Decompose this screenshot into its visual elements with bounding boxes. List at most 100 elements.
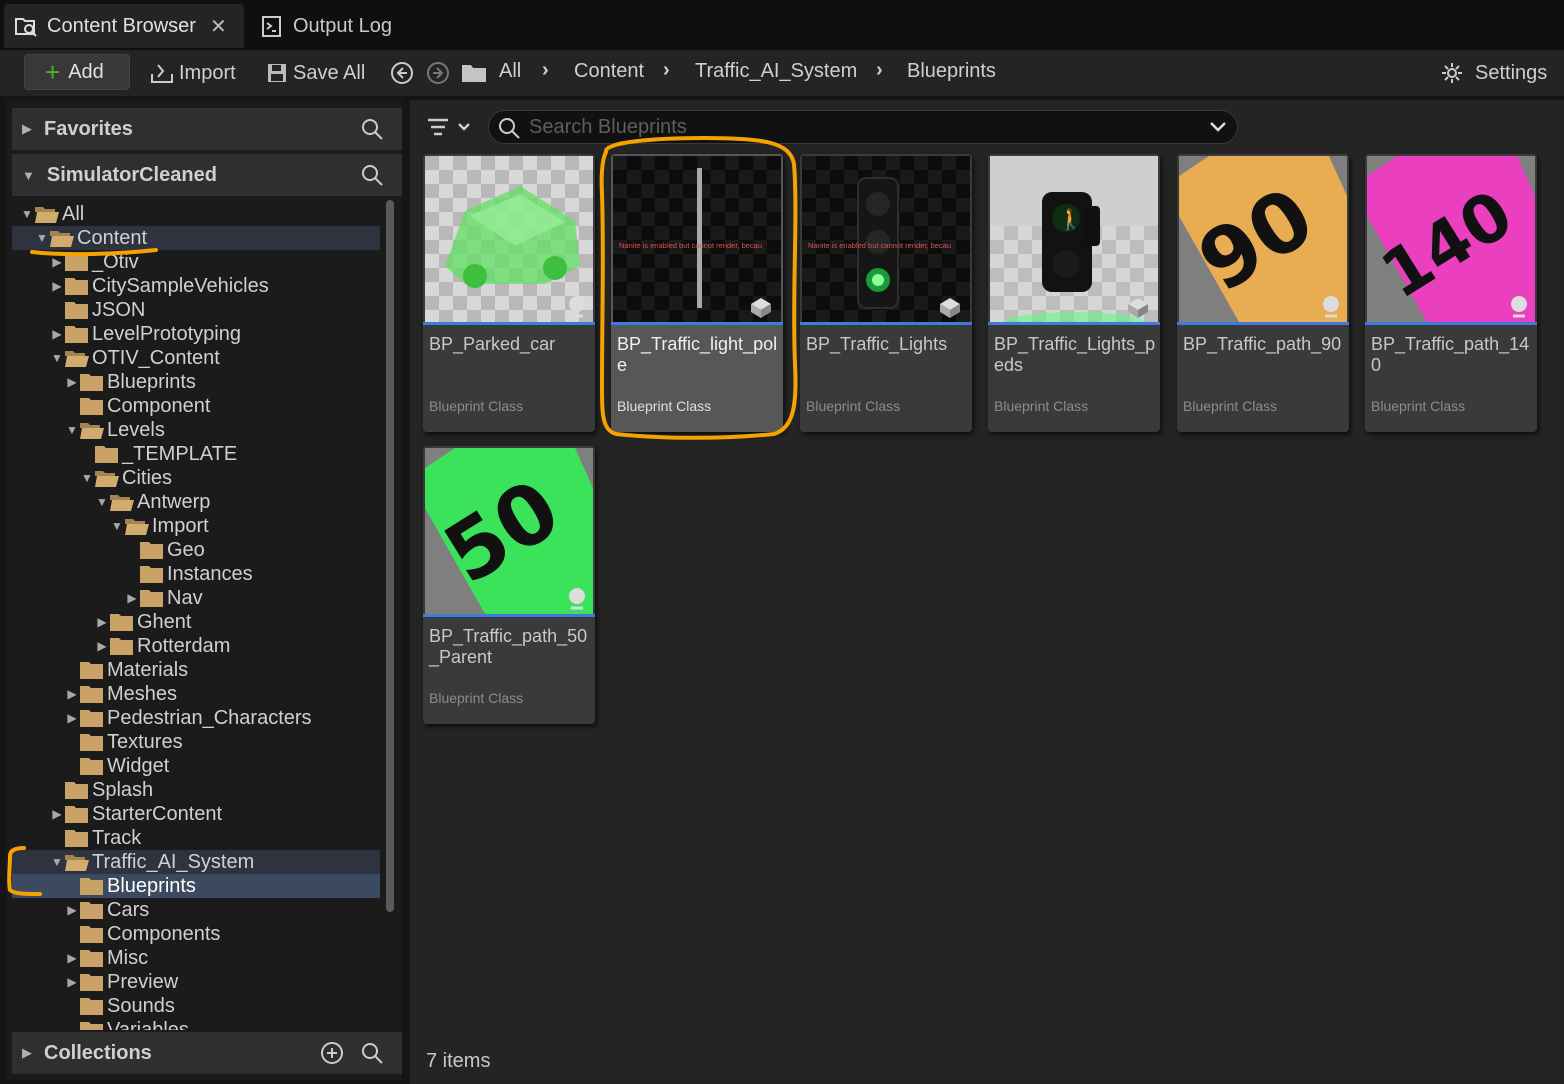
- tree-item-startercontent[interactable]: ▶ StarterContent: [50, 802, 222, 826]
- chevron-right-icon[interactable]: ›: [663, 59, 670, 82]
- tree-item-json[interactable]: JSON: [50, 298, 145, 322]
- tree-item-components[interactable]: Components: [65, 922, 220, 946]
- chevron-right-icon[interactable]: ▶: [65, 375, 79, 389]
- asset-thumbnail: Nanite is enabled but cannot render, bec…: [802, 156, 970, 322]
- tree-item-widget[interactable]: Widget: [65, 754, 169, 778]
- tree-item-label: Nav: [167, 586, 203, 609]
- breadcrumb-all[interactable]: All: [499, 60, 521, 83]
- tab-output-log[interactable]: Output Log: [256, 4, 392, 48]
- chevron-right-icon: ▶: [22, 121, 32, 136]
- breadcrumb-blueprints[interactable]: Blueprints: [907, 60, 996, 83]
- chevron-right-icon[interactable]: ›: [542, 59, 549, 82]
- tree-item-splash[interactable]: Splash: [50, 778, 153, 802]
- tree-item-instances[interactable]: Instances: [125, 562, 253, 586]
- tree-item-label: Splash: [92, 778, 154, 801]
- asset-tile-bp-traffic-lights[interactable]: Nanite is enabled but cannot render, bec…: [800, 154, 972, 432]
- chevron-down-icon[interactable]: ▼: [50, 351, 64, 365]
- chevron-right-icon[interactable]: ▶: [95, 639, 109, 653]
- breadcrumb-traffic-ai-system[interactable]: Traffic_AI_System: [695, 60, 857, 83]
- tree-item-meshes[interactable]: ▶ Meshes: [65, 682, 177, 706]
- tree-item-levels[interactable]: ▼ Levels: [65, 418, 165, 442]
- tab-content-browser[interactable]: Content Browser ✕: [4, 4, 244, 48]
- tree-item-preview[interactable]: ▶ Preview: [65, 970, 178, 994]
- filter-button[interactable]: [428, 116, 476, 140]
- chevron-right-icon[interactable]: ▶: [50, 327, 64, 341]
- chevron-right-icon[interactable]: ▶: [65, 975, 79, 989]
- tree-item-cities[interactable]: ▼ Cities: [80, 466, 172, 490]
- tree-item-variables[interactable]: Variables: [65, 1018, 189, 1030]
- chevron-right-icon[interactable]: ▶: [50, 279, 64, 293]
- folder-icon: [79, 876, 105, 896]
- asset-tile-bp-traffic-path-50-parent[interactable]: 50 BP_Traffic_path_50_Parent Blueprint Cla…: [423, 446, 595, 724]
- collections-label: Collections: [44, 1041, 152, 1064]
- tree-item-pedestrian-characters[interactable]: ▶ Pedestrian_Characters: [65, 706, 311, 730]
- filter-icon: [428, 118, 470, 136]
- tree-item-textures[interactable]: Textures: [65, 730, 183, 754]
- add-button[interactable]: + Add: [24, 54, 130, 90]
- asset-tile-bp-traffic-path-90[interactable]: 90 BP_Traffic_path_90 Blueprint Class: [1177, 154, 1349, 432]
- tree-item-sounds[interactable]: Sounds: [65, 994, 175, 1018]
- tree-item-nav[interactable]: ▶ Nav: [125, 586, 203, 610]
- forward-button[interactable]: [426, 60, 455, 86]
- asset-thumbnail: 🚶: [990, 156, 1158, 322]
- chevron-right-icon[interactable]: ▶: [65, 951, 79, 965]
- chevron-down-icon[interactable]: ▼: [35, 231, 49, 245]
- tree-item-traffic-ai-system[interactable]: ▼ Traffic_AI_System: [50, 850, 254, 874]
- folder-icon[interactable]: [460, 60, 493, 86]
- chevron-right-icon[interactable]: ▶: [65, 903, 79, 917]
- chevron-down-icon[interactable]: [1209, 120, 1227, 134]
- chevron-right-icon[interactable]: ▶: [65, 687, 79, 701]
- chevron-right-icon[interactable]: ▶: [125, 591, 139, 605]
- chevron-down-icon[interactable]: ▼: [95, 495, 109, 509]
- project-header[interactable]: ▼ SimulatorCleaned: [12, 154, 402, 196]
- chevron-right-icon[interactable]: ▶: [65, 711, 79, 725]
- add-circle-icon[interactable]: [320, 1041, 344, 1065]
- tree-item-all[interactable]: ▼ All: [20, 202, 84, 226]
- tree-item-label: Geo: [167, 538, 205, 561]
- scrollbar-thumb[interactable]: [386, 200, 394, 912]
- search-icon[interactable]: [360, 117, 384, 141]
- tree-item-rotterdam[interactable]: ▶ Rotterdam: [95, 634, 230, 658]
- save-all-button[interactable]: Save All: [266, 60, 365, 86]
- tree-item-label: _TEMPLATE: [122, 442, 238, 465]
- tree-item-template[interactable]: _TEMPLATE: [80, 442, 237, 466]
- tree-item-ghent[interactable]: ▶ Ghent: [95, 610, 191, 634]
- asset-tile-bp-traffic-lights-peds[interactable]: 🚶 BP_Traffic_Lights_peds Blueprint Class: [988, 154, 1160, 432]
- chevron-down-icon[interactable]: ▼: [65, 423, 79, 437]
- tree-item-materials[interactable]: Materials: [65, 658, 188, 682]
- tree-item-citysamplevehicles[interactable]: ▶ CitySampleVehicles: [50, 274, 268, 298]
- tree-item-label: Cities: [122, 466, 173, 489]
- collections-header[interactable]: ▶ Collections: [12, 1032, 402, 1074]
- tree-item-component[interactable]: Component: [65, 394, 210, 418]
- chevron-right-icon[interactable]: ▶: [50, 807, 64, 821]
- chevron-right-icon[interactable]: ›: [876, 59, 883, 82]
- tree-item-misc[interactable]: ▶ Misc: [65, 946, 148, 970]
- back-button[interactable]: [390, 60, 419, 86]
- tree-item-blueprints[interactable]: Blueprints: [65, 874, 196, 898]
- search-icon[interactable]: [360, 1041, 384, 1065]
- project-label: SimulatorCleaned: [46, 163, 217, 186]
- favorites-header[interactable]: ▶ Favorites: [12, 108, 402, 150]
- asset-tile-bp-traffic-path-140[interactable]: 140 BP_Traffic_path_140 Blueprint Class: [1365, 154, 1537, 432]
- tree-item-otiv-content[interactable]: ▼ OTIV_Content: [50, 346, 220, 370]
- asset-tile-bp-parked-car[interactable]: BP_Parked_car Blueprint Class: [423, 154, 595, 432]
- breadcrumb-content[interactable]: Content: [574, 60, 644, 83]
- chevron-down-icon[interactable]: ▼: [80, 471, 94, 485]
- tree-item-import[interactable]: ▼ Import: [110, 514, 209, 538]
- tree-item-blueprints[interactable]: ▶ Blueprints: [65, 370, 196, 394]
- chevron-down-icon[interactable]: ▼: [110, 519, 124, 533]
- import-button[interactable]: Import: [150, 60, 236, 86]
- asset-type-bar: [423, 322, 595, 325]
- tree-item-cars[interactable]: ▶ Cars: [65, 898, 149, 922]
- chevron-down-icon[interactable]: ▼: [50, 855, 64, 869]
- close-icon[interactable]: ✕: [210, 14, 227, 39]
- folder-open-icon: [64, 348, 90, 368]
- settings-button[interactable]: Settings: [1440, 60, 1547, 86]
- tree-item-track[interactable]: Track: [50, 826, 141, 850]
- chevron-down-icon[interactable]: ▼: [20, 207, 34, 221]
- tree-item-geo[interactable]: Geo: [125, 538, 205, 562]
- tree-item-antwerp[interactable]: ▼ Antwerp: [95, 490, 210, 514]
- chevron-right-icon[interactable]: ▶: [95, 615, 109, 629]
- search-icon[interactable]: [360, 163, 384, 187]
- tree-item-levelprototyping[interactable]: ▶ LevelPrototyping: [50, 322, 241, 346]
